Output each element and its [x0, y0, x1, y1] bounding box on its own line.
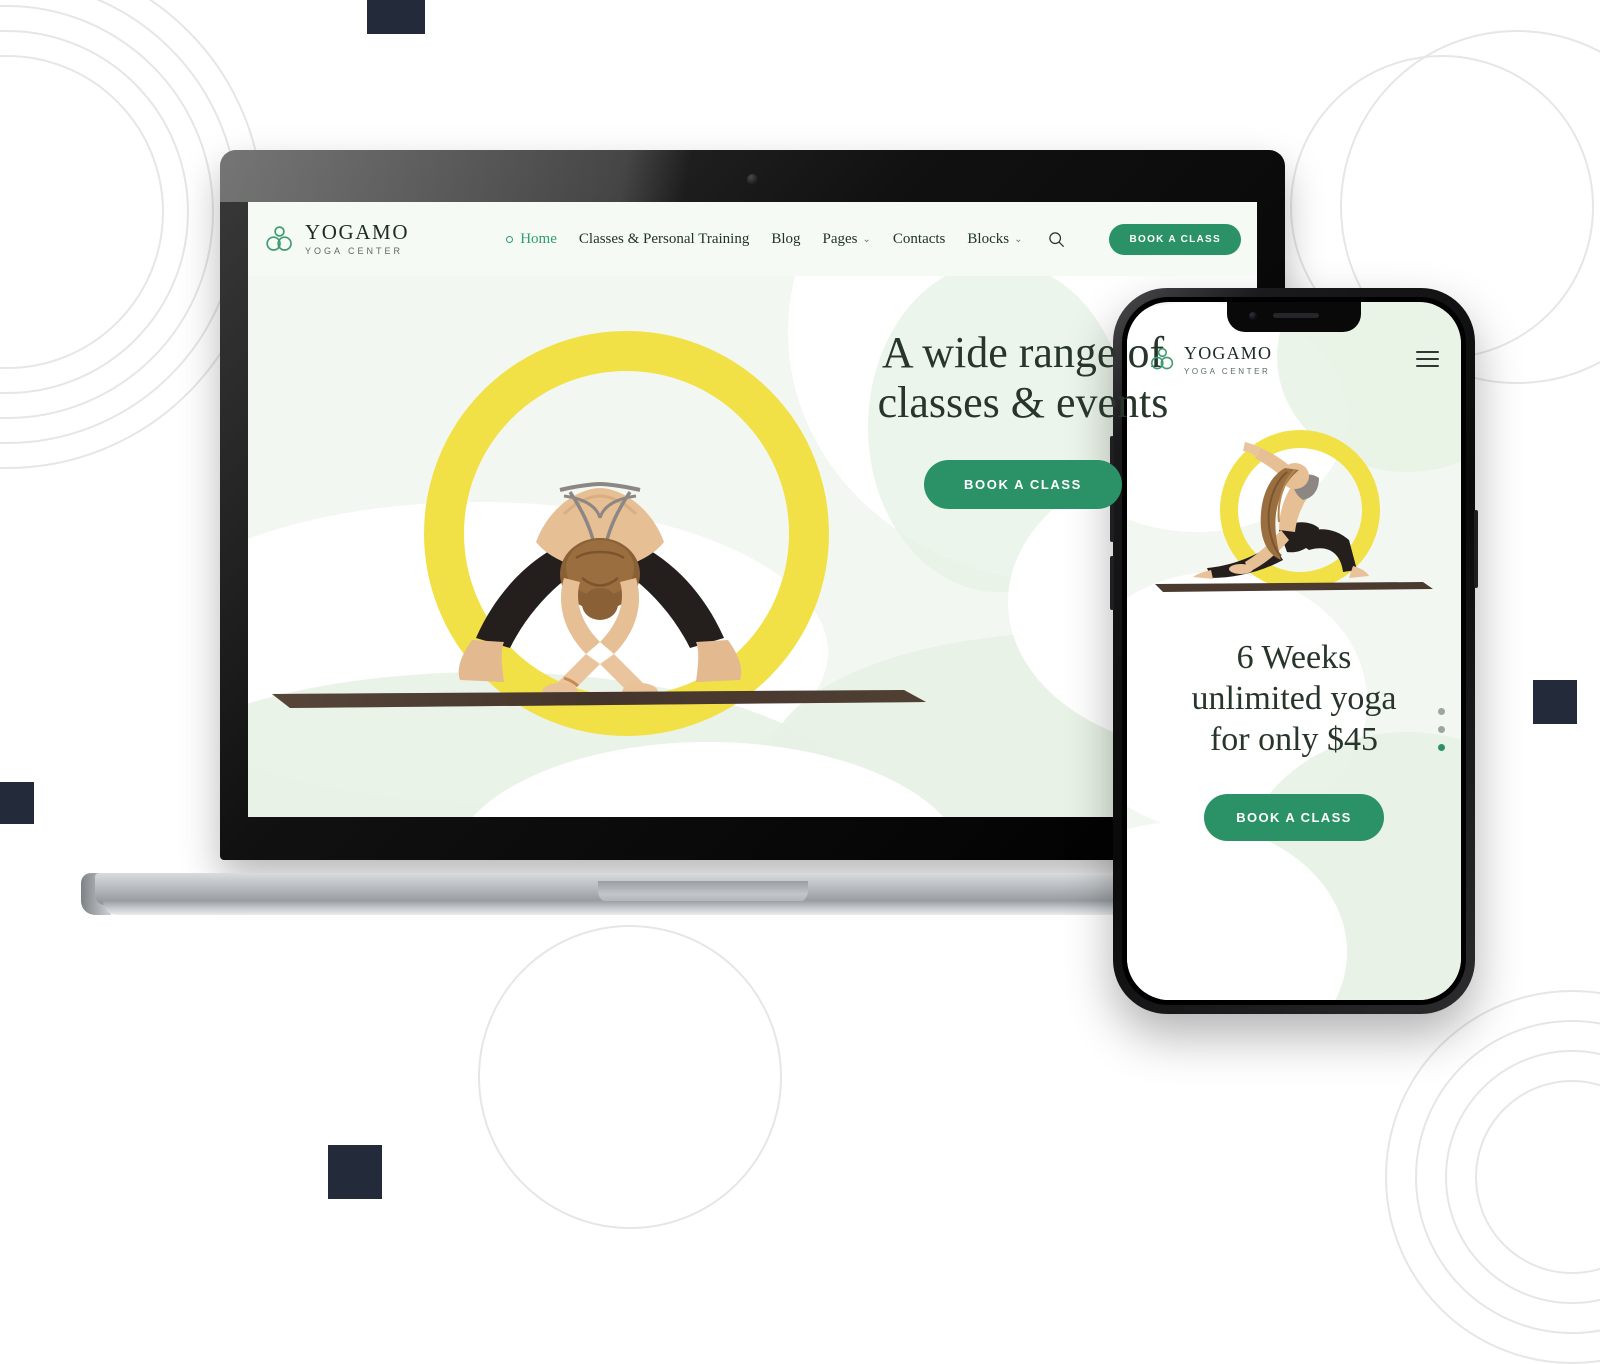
phone-earpiece-speaker: [1273, 313, 1319, 318]
nav-item-home-label: Home: [520, 230, 557, 247]
search-icon: [1049, 231, 1065, 247]
desktop-website: YOGAMO YOGA CENTER Home Classes & Person…: [248, 202, 1257, 817]
mobile-hero-heading-line-1: 6 Weeks: [1236, 639, 1352, 676]
three-circles-logo-icon: [1150, 347, 1174, 370]
hero-yoga-mat: [272, 690, 926, 708]
desktop-brand-logo[interactable]: YOGAMO YOGA CENTER: [264, 222, 409, 256]
phone-front-camera-icon: [1249, 312, 1257, 320]
mobile-hero-copy: 6 Weeks unlimited yoga for only $45 BOOK…: [1149, 638, 1439, 842]
nav-item-classes[interactable]: Classes & Personal Training: [579, 231, 749, 248]
decor-ring-bottomcenter: [478, 925, 782, 1229]
three-circles-logo-icon: [266, 226, 292, 251]
hamburger-line-2: [1416, 358, 1439, 360]
desktop-hero-book-a-class-button[interactable]: BOOK A CLASS: [924, 460, 1122, 510]
decor-ring-bottomright-3: [1415, 1020, 1600, 1334]
desktop-book-a-class-nav-button[interactable]: BOOK A CLASS: [1109, 223, 1241, 255]
decor-square-left-mid: [0, 782, 34, 824]
decor-ring-bottomright-4: [1385, 990, 1600, 1364]
hamburger-line-1: [1416, 351, 1439, 353]
nav-item-blog[interactable]: Blog: [771, 231, 800, 248]
laptop-camera-icon: [746, 174, 758, 185]
decor-square-right-mid: [1533, 680, 1577, 724]
nav-item-contacts[interactable]: Contacts: [893, 231, 946, 248]
hamburger-line-3: [1416, 365, 1439, 367]
nav-item-pages[interactable]: Pages ⌄: [823, 231, 871, 248]
chevron-down-icon: ⌄: [862, 233, 871, 245]
mobile-slider-dots: [1438, 708, 1445, 751]
mobile-hero-yoga-figure: [1193, 442, 1369, 579]
nav-item-home[interactable]: Home: [506, 231, 557, 248]
nav-item-blocks-label: Blocks: [967, 230, 1010, 247]
decor-square-top-left: [367, 0, 425, 34]
desktop-brand-tagline: YOGA CENTER: [305, 246, 404, 256]
nav-item-pages-label: Pages: [822, 230, 858, 247]
desktop-navbar: YOGAMO YOGA CENTER Home Classes & Person…: [248, 202, 1257, 276]
chevron-down-icon: ⌄: [1014, 233, 1023, 245]
laptop-base-notch: [597, 881, 808, 903]
desktop-brand-name: YOGAMO: [305, 220, 410, 244]
desktop-hero: A wide range of classes & events BOOK A …: [248, 276, 1257, 817]
nav-item-blog-label: Blog: [771, 230, 801, 247]
mobile-hero-heading-line-3: for only $45: [1209, 720, 1379, 758]
active-dot-icon: [506, 235, 514, 243]
desktop-nav-menu: Home Classes & Personal Training Blog Pa…: [506, 223, 1243, 255]
hamburger-menu-icon[interactable]: [1416, 346, 1439, 372]
slider-dot-2[interactable]: [1438, 726, 1445, 733]
mobile-brand-tagline: YOGA CENTER: [1184, 366, 1271, 376]
laptop-mockup: YOGAMO YOGA CENTER Home Classes & Person…: [81, 150, 1324, 920]
decor-ring-bottomright-1: [1475, 1080, 1600, 1274]
mobile-brand-logo[interactable]: YOGAMO YOGA CENTER: [1149, 343, 1272, 376]
decor-ring-bottomright-2: [1445, 1050, 1600, 1304]
phone-notch: [1227, 302, 1361, 332]
nav-item-blocks[interactable]: Blocks ⌄: [967, 231, 1022, 248]
mobile-navbar: YOGAMO YOGA CENTER: [1127, 328, 1461, 390]
slider-dot-1[interactable]: [1438, 708, 1445, 715]
mobile-hero-heading: 6 Weeks unlimited yoga for only $45: [1149, 638, 1439, 760]
laptop-lid: YOGAMO YOGA CENTER Home Classes & Person…: [220, 150, 1285, 860]
mobile-yoga-mat: [1155, 582, 1433, 592]
phone-power-button[interactable]: [1474, 510, 1478, 588]
laptop-screen: YOGAMO YOGA CENTER Home Classes & Person…: [248, 202, 1257, 817]
nav-item-classes-label: Classes & Personal Training: [578, 230, 750, 247]
slider-dot-3[interactable]: [1438, 744, 1445, 751]
mobile-book-a-class-button[interactable]: BOOK A CLASS: [1204, 794, 1384, 842]
search-button[interactable]: [1048, 231, 1065, 248]
nav-item-contacts-label: Contacts: [892, 230, 946, 247]
decor-square-bottom-center: [328, 1145, 382, 1199]
mobile-hero-heading-line-2: unlimited yoga: [1191, 679, 1397, 717]
mobile-brand-name: YOGAMO: [1184, 342, 1273, 363]
